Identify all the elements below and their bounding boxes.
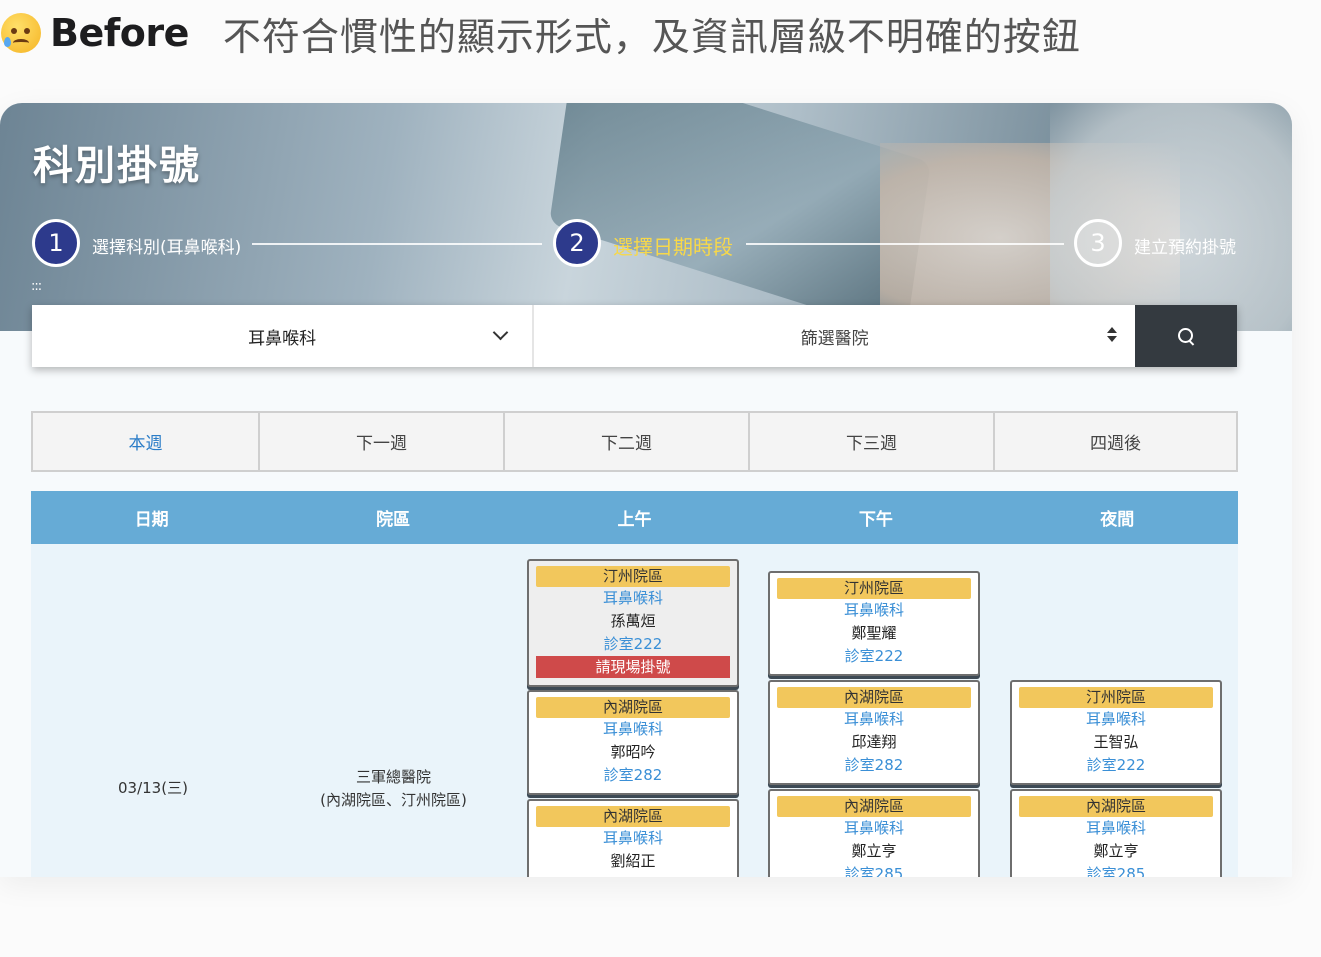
step-1-label[interactable]: 選擇科別(耳鼻喉科) xyxy=(92,233,241,258)
slot-card[interactable]: 內湖院區 耳鼻喉科 劉紹正 xyxy=(527,799,739,877)
step-1-circle[interactable]: 1 xyxy=(32,219,80,267)
slot-campus: 內湖院區 xyxy=(536,697,730,718)
slot-doctor: 王智弘 xyxy=(1093,733,1139,751)
slot-department: 耳鼻喉科 xyxy=(1085,819,1146,837)
slot-campus: 內湖院區 xyxy=(777,796,971,817)
slot-department: 耳鼻喉科 xyxy=(843,819,904,837)
slot-doctor: 鄭聖耀 xyxy=(851,624,897,642)
hero-tablet-image xyxy=(549,103,931,337)
tab-next-week[interactable]: 下一週 xyxy=(258,411,505,472)
slot-department: 耳鼻喉科 xyxy=(602,720,663,738)
slot-department: 耳鼻喉科 xyxy=(602,589,663,607)
slot-campus: 內湖院區 xyxy=(1019,796,1213,817)
schedule-table-body: 03/13(三) 三軍總醫院 (內湖院區、汀州院區) 汀州院區 耳鼻喉科 孫萬烜… xyxy=(31,544,1238,877)
page-title: 科別掛號 xyxy=(33,143,201,189)
row-location: 三軍總醫院 (內湖院區、汀州院區) xyxy=(311,766,476,812)
slot-doctor: 劉紹正 xyxy=(610,852,656,870)
location-campuses: (內湖院區、汀州院區) xyxy=(320,791,467,809)
step-2-circle: 2 xyxy=(553,219,601,267)
search-button[interactable] xyxy=(1135,305,1237,367)
slot-room: 診室222 xyxy=(603,635,663,653)
tab-this-week[interactable]: 本週 xyxy=(31,411,260,472)
slot-room: 診室285 xyxy=(844,865,904,877)
slot-campus: 內湖院區 xyxy=(777,687,971,708)
hero-doctor-image xyxy=(1050,103,1292,331)
walk-in-notice: 請現場掛號 xyxy=(536,656,730,678)
slot-card[interactable]: 汀州院區 耳鼻喉科 鄭聖耀 診室222 xyxy=(768,571,980,676)
sad-face-emoji-icon xyxy=(1,13,41,53)
row-date: 03/13(三) xyxy=(118,779,188,797)
booking-screenshot: 科別掛號 1 選擇科別(耳鼻喉科) 2 選擇日期時段 3 建立預約掛號 ::: … xyxy=(0,103,1292,877)
slot-room: 診室222 xyxy=(844,647,904,665)
step-connector xyxy=(252,243,542,245)
slot-department: 耳鼻喉科 xyxy=(1085,710,1146,728)
slot-doctor: 郭昭吟 xyxy=(610,743,656,761)
column-header-afternoon: 下午 xyxy=(858,510,893,530)
tab-week-plus-2[interactable]: 下二週 xyxy=(503,411,750,472)
tab-four-weeks-later[interactable]: 四週後 xyxy=(993,411,1238,472)
slot-department: 耳鼻喉科 xyxy=(602,829,663,847)
column-header-date: 日期 xyxy=(134,510,169,530)
column-header-morning: 上午 xyxy=(617,510,652,530)
column-header-campus: 院區 xyxy=(376,510,411,530)
filter-bar: 耳鼻喉科 篩選醫院 xyxy=(32,305,1237,367)
hospital-select[interactable]: 篩選醫院 xyxy=(534,305,1135,367)
slot-card[interactable]: 內湖院區 耳鼻喉科 邱達翔 診室282 xyxy=(768,680,980,785)
hero-banner: 科別掛號 1 選擇科別(耳鼻喉科) 2 選擇日期時段 3 建立預約掛號 ::: xyxy=(0,103,1292,337)
tab-week-plus-3[interactable]: 下三週 xyxy=(748,411,995,472)
department-select[interactable]: 耳鼻喉科 xyxy=(32,305,535,367)
slot-card[interactable]: 汀州院區 耳鼻喉科 王智弘 診室222 xyxy=(1010,680,1222,785)
slot-card[interactable]: 內湖院區 耳鼻喉科 郭昭吟 診室282 xyxy=(527,690,739,795)
drag-handle-icon[interactable]: ::: xyxy=(31,279,42,294)
week-tabs: 本週 下一週 下二週 下三週 四週後 xyxy=(31,411,1238,472)
slot-room: 診室285 xyxy=(1086,865,1146,877)
column-header-night: 夜間 xyxy=(1100,510,1135,530)
step-3-label: 建立預約掛號 xyxy=(1134,238,1236,258)
slot-doctor: 邱達翔 xyxy=(851,733,897,751)
slot-room: 診室282 xyxy=(603,766,663,784)
hospital-placeholder: 篩選醫院 xyxy=(800,328,869,349)
slide-subtitle: 不符合慣性的顯示形式，及資訊層級不明確的按鈕 xyxy=(222,14,1081,59)
slot-card[interactable]: 汀州院區 耳鼻喉科 孫萬烜 診室222 請現場掛號 xyxy=(527,559,739,687)
step-2-label: 選擇日期時段 xyxy=(613,235,733,259)
slot-room: 診室222 xyxy=(1086,756,1146,774)
slot-department: 耳鼻喉科 xyxy=(843,601,904,619)
before-label: Before xyxy=(50,11,189,55)
slot-campus: 汀州院區 xyxy=(1019,687,1213,708)
chevron-down-icon xyxy=(492,324,509,341)
slot-doctor: 鄭立亨 xyxy=(1093,842,1139,860)
slide-heading: Before 不符合慣性的顯示形式，及資訊層級不明確的按鈕 xyxy=(0,8,1081,59)
location-name: 三軍總醫院 xyxy=(355,768,431,786)
slot-department: 耳鼻喉科 xyxy=(843,710,904,728)
search-icon-handle xyxy=(1188,340,1195,346)
step-connector xyxy=(746,243,1064,245)
slot-campus: 汀州院區 xyxy=(777,578,971,599)
slot-doctor: 孫萬烜 xyxy=(610,612,656,630)
slot-doctor: 鄭立亨 xyxy=(851,842,897,860)
slot-card[interactable]: 內湖院區 耳鼻喉科 鄭立亨 診室285 xyxy=(1010,789,1222,877)
slot-card[interactable]: 內湖院區 耳鼻喉科 鄭立亨 診室285 xyxy=(768,789,980,877)
schedule-table-header: 日期 院區 上午 下午 夜間 xyxy=(31,491,1238,544)
step-3-circle: 3 xyxy=(1074,219,1122,267)
slot-room: 診室282 xyxy=(844,756,904,774)
department-value: 耳鼻喉科 xyxy=(248,328,317,349)
slot-campus: 內湖院區 xyxy=(536,806,730,827)
slot-campus: 汀州院區 xyxy=(536,566,730,587)
